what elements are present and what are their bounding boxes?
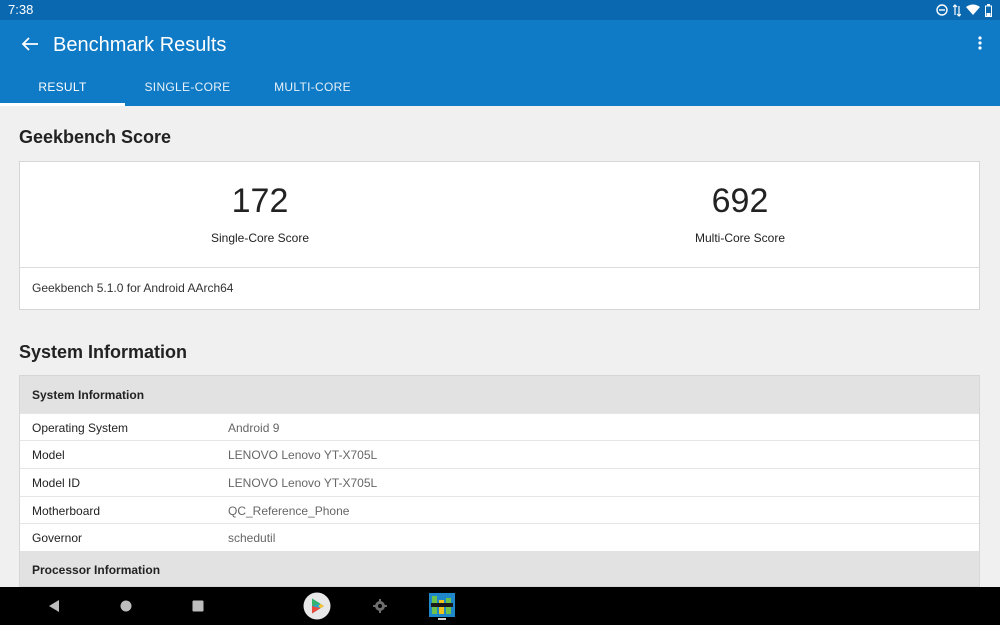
group-header-label: System Information bbox=[32, 388, 145, 402]
version-text: Geekbench 5.1.0 for Android AArch64 bbox=[32, 281, 234, 295]
geekbench-app-shortcut[interactable] bbox=[427, 587, 457, 625]
single-core-score-label: Single-Core Score bbox=[210, 231, 310, 245]
system-info-group-header: System Information bbox=[20, 376, 979, 413]
row-key: Governor bbox=[32, 531, 83, 545]
battery-icon bbox=[985, 3, 992, 17]
overflow-menu-icon bbox=[978, 36, 982, 50]
row-value: schedutil bbox=[228, 531, 276, 545]
row-value: LENOVO Lenovo YT-X705L bbox=[228, 476, 378, 490]
play-store-shortcut[interactable] bbox=[301, 587, 333, 625]
play-store-icon bbox=[303, 592, 331, 620]
multi-core-score-label: Multi-Core Score bbox=[694, 231, 786, 245]
processor-info-group-header: Processor Information bbox=[20, 551, 979, 586]
row-value: LENOVO Lenovo YT-X705L bbox=[228, 448, 378, 462]
tab-bar: RESULT SINGLE-CORE MULTI-CORE bbox=[0, 72, 1000, 106]
geekbench-app-icon bbox=[429, 593, 455, 620]
status-time: 7:38 bbox=[8, 2, 34, 17]
settings-shortcut[interactable] bbox=[368, 587, 392, 625]
system-information-heading: System Information bbox=[19, 342, 188, 362]
back-arrow-icon bbox=[21, 37, 38, 51]
data-arrows-icon bbox=[953, 3, 961, 17]
app-bar: Benchmark Results RESULT SINGLE-CORE MUL… bbox=[0, 20, 1000, 106]
single-core-score-value: 172 bbox=[231, 182, 289, 220]
table-row: Operating System Android 9 bbox=[20, 413, 979, 441]
nav-home-icon bbox=[120, 600, 132, 612]
dnd-icon bbox=[936, 4, 948, 16]
table-row: Governor schedutil bbox=[20, 523, 979, 551]
nav-recents-icon bbox=[192, 600, 204, 612]
status-bar: 7:38 bbox=[0, 0, 1000, 20]
wifi-icon bbox=[966, 4, 980, 16]
group-header-label: Processor Information bbox=[32, 563, 161, 577]
table-row: Model LENOVO Lenovo YT-X705L bbox=[20, 440, 979, 468]
table-row: Motherboard QC_Reference_Phone bbox=[20, 496, 979, 524]
overflow-menu-button[interactable] bbox=[976, 33, 984, 55]
tab-single-core[interactable]: SINGLE-CORE bbox=[125, 72, 250, 106]
row-key: Operating System bbox=[32, 421, 129, 435]
geekbench-score-heading: Geekbench Score bbox=[19, 127, 172, 147]
back-button[interactable] bbox=[18, 32, 42, 56]
navigation-bar bbox=[0, 587, 1000, 625]
page-title: Benchmark Results bbox=[53, 34, 227, 56]
score-card: 172 Single-Core Score 692 Multi-Core Sco… bbox=[19, 161, 980, 310]
row-key: Motherboard bbox=[32, 504, 101, 518]
nav-recents-button[interactable] bbox=[184, 587, 212, 625]
nav-back-icon bbox=[49, 600, 59, 612]
nav-home-button[interactable] bbox=[112, 587, 140, 625]
version-row: Geekbench 5.1.0 for Android AArch64 bbox=[20, 267, 979, 310]
tab-result[interactable]: RESULT bbox=[0, 72, 125, 106]
tab-multi-core[interactable]: MULTI-CORE bbox=[250, 72, 375, 106]
multi-core-score-value: 692 bbox=[711, 182, 769, 220]
status-icons bbox=[936, 1, 992, 19]
row-key: Model ID bbox=[32, 476, 81, 490]
nav-back-button[interactable] bbox=[40, 587, 68, 625]
system-info-table: System Information Operating System Andr… bbox=[19, 375, 980, 587]
table-row: Model ID LENOVO Lenovo YT-X705L bbox=[20, 468, 979, 496]
row-key: Model bbox=[32, 448, 65, 462]
row-value: Android 9 bbox=[228, 421, 280, 435]
row-value: QC_Reference_Phone bbox=[228, 504, 350, 518]
settings-gear-icon bbox=[373, 599, 387, 613]
